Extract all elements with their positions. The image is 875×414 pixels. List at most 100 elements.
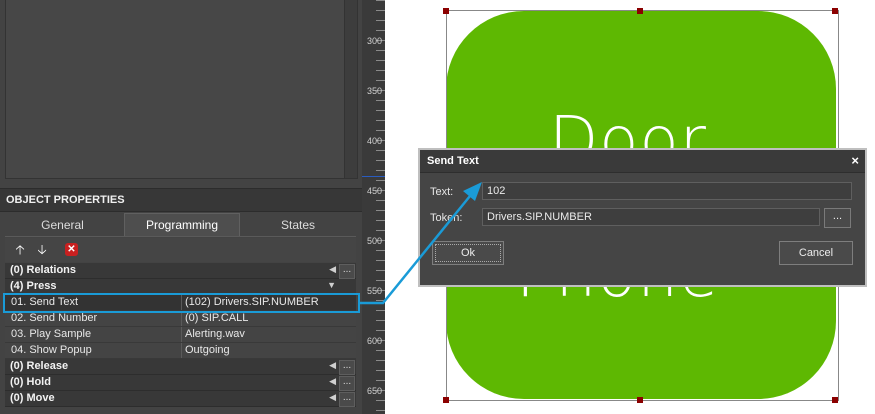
tab-programming[interactable]: Programming: [124, 213, 240, 236]
group-move[interactable]: (0) Move ◀ ...: [5, 391, 356, 407]
ruler-tick: [376, 160, 385, 161]
resize-handle[interactable]: [832, 397, 838, 403]
ruler-tick: [376, 50, 385, 51]
ruler-tick: [376, 380, 385, 381]
ruler-label: 550: [367, 286, 383, 296]
ruler-tick: [376, 200, 385, 201]
group-relations[interactable]: (0) Relations ◀ ...: [5, 263, 356, 279]
action-row[interactable]: 03. Play Sample Alerting.wav: [5, 327, 356, 343]
ruler-tick: [376, 170, 385, 171]
column-divider: [181, 327, 182, 342]
ruler-position-marker: [362, 176, 385, 177]
ok-button[interactable]: Ok: [432, 241, 504, 265]
collapse-arrow-icon[interactable]: ◀: [329, 392, 336, 403]
group-label: (4) Press: [10, 280, 57, 292]
more-button[interactable]: ...: [339, 376, 355, 391]
ruler-label: 650: [367, 386, 383, 396]
ruler-tick: [376, 230, 385, 231]
ruler-tick: [376, 300, 385, 301]
ruler-tick: [376, 410, 385, 411]
group-label: (0) Move: [10, 392, 55, 404]
resize-handle[interactable]: [637, 8, 643, 14]
ruler-tick: [376, 350, 385, 351]
more-button[interactable]: ...: [339, 360, 355, 375]
ruler-tick: [376, 280, 385, 281]
ruler-tick: [376, 250, 385, 251]
ruler-label: 500: [367, 236, 383, 246]
resize-handle[interactable]: [443, 8, 449, 14]
resize-handle[interactable]: [637, 397, 643, 403]
ruler-tick: [376, 180, 385, 181]
action-name: 02. Send Number: [11, 312, 98, 324]
group-label: (0) Hold: [10, 376, 51, 388]
ruler-tick: [376, 370, 385, 371]
arrow-up-icon[interactable]: 🡡: [12, 242, 28, 258]
ruler-tick: [376, 120, 385, 121]
collapse-arrow-icon[interactable]: ▼: [327, 280, 336, 290]
column-divider: [181, 311, 182, 326]
resize-handle[interactable]: [832, 8, 838, 14]
ruler-tick: [376, 70, 385, 71]
ruler-tick: [376, 330, 385, 331]
ruler-tick: [376, 400, 385, 401]
group-hold[interactable]: (0) Hold ◀ ...: [5, 375, 356, 391]
more-button[interactable]: ...: [339, 264, 355, 279]
object-properties-title: OBJECT PROPERTIES: [6, 194, 125, 206]
annotation-highlight-box: [3, 293, 360, 313]
ruler-tick: [376, 60, 385, 61]
ruler-tick: [376, 10, 385, 11]
delete-icon[interactable]: ✕: [65, 243, 78, 256]
action-value: Alerting.wav: [185, 328, 245, 340]
resize-handle[interactable]: [443, 397, 449, 403]
ruler-tick: [376, 310, 385, 311]
collapse-arrow-icon[interactable]: ◀: [329, 264, 336, 275]
collapse-arrow-icon[interactable]: ◀: [329, 376, 336, 387]
arrow-down-icon[interactable]: 🡣: [34, 242, 50, 258]
object-tree-pane: [5, 0, 358, 179]
ruler-label: 450: [367, 186, 383, 196]
ruler-tick: [376, 220, 385, 221]
browse-button[interactable]: ...: [824, 208, 851, 228]
cancel-button[interactable]: Cancel: [779, 241, 853, 265]
ruler-label: 600: [367, 336, 383, 346]
ruler-tick: [376, 150, 385, 151]
ruler-tick: [376, 210, 385, 211]
programming-toolbar: 🡡 🡣 ✕: [5, 238, 356, 262]
ruler-tick: [376, 20, 385, 21]
tab-general[interactable]: General: [5, 214, 120, 236]
action-value: (0) SIP.CALL: [185, 312, 249, 324]
dialog-title-bar[interactable]: Send Text ×: [420, 150, 865, 173]
ruler-tick: [376, 100, 385, 101]
ruler-tick: [376, 260, 385, 261]
ruler-tick: [376, 0, 385, 1]
action-row[interactable]: 02. Send Number (0) SIP.CALL: [5, 311, 356, 327]
ruler-tick: [376, 110, 385, 111]
ruler-tick: [376, 80, 385, 81]
object-tree-scrollbar[interactable]: [344, 0, 357, 178]
ruler-label: 350: [367, 86, 383, 96]
collapse-arrow-icon[interactable]: ◀: [329, 360, 336, 371]
more-button[interactable]: ...: [339, 392, 355, 407]
token-label: Token:: [430, 212, 463, 224]
text-label: Text:: [430, 186, 454, 198]
close-icon[interactable]: ×: [851, 153, 859, 168]
object-properties-header: OBJECT PROPERTIES: [0, 188, 362, 212]
ruler-tick: [376, 360, 385, 361]
action-row[interactable]: 04. Show Popup Outgoing: [5, 343, 356, 359]
group-label: (0) Relations: [10, 264, 77, 276]
action-name: 04. Show Popup: [11, 344, 92, 356]
action-value: Outgoing: [185, 344, 230, 356]
tabs-divider: [5, 236, 356, 237]
dialog-title: Send Text: [427, 155, 479, 167]
ruler-tick: [376, 270, 385, 271]
tab-states[interactable]: States: [240, 214, 356, 236]
ruler-label: 300: [367, 36, 383, 46]
group-release[interactable]: (0) Release ◀ ...: [5, 359, 356, 375]
text-input[interactable]: 102: [482, 182, 852, 200]
object-properties-panel: OBJECT PROPERTIES General Programming St…: [0, 0, 362, 414]
ruler-tick: [376, 30, 385, 31]
ruler-tick: [376, 320, 385, 321]
token-input[interactable]: Drivers.SIP.NUMBER: [482, 208, 820, 226]
send-text-dialog: Send Text × Text: 102 Token: Drivers.SIP…: [418, 148, 867, 287]
ruler-label: 400: [367, 136, 383, 146]
